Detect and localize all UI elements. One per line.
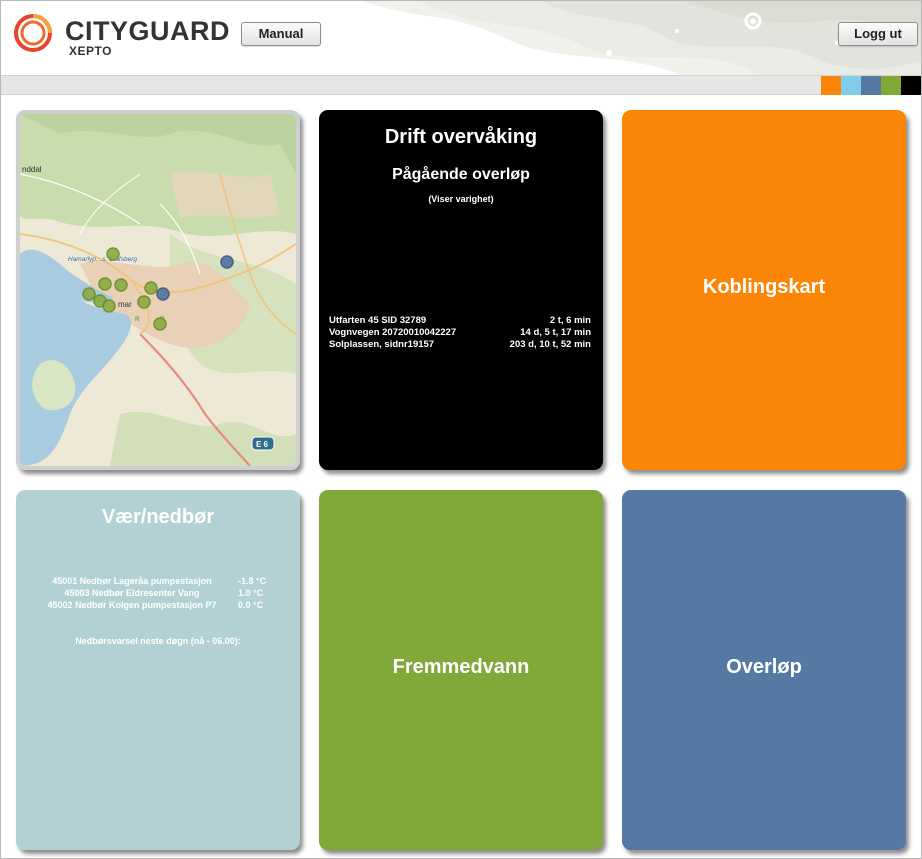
overflow-name: Vognvegen 20720010042227: [329, 327, 457, 338]
map-marker-green[interactable]: [153, 317, 167, 331]
weather-station-row: 45001 Nedbør Lageråa pumpestasjon -1.8 °…: [26, 575, 290, 587]
overflow-duration: 14 d, 5 t, 17 min: [520, 327, 591, 338]
station-value: -1.8 °C: [238, 576, 267, 586]
overflow-duration: 2 t, 6 min: [549, 315, 591, 326]
precipitation-forecast-label: Nedbørsvarsel neste døgn (nå - 06.00):: [75, 636, 241, 646]
map-marker-green[interactable]: [102, 299, 116, 313]
map-marker-green[interactable]: [144, 281, 158, 295]
map-label-road-a: R: [135, 316, 140, 323]
header-stripe: [1, 75, 921, 95]
weather-station-row: 45002 Nedbør Koigen pumpestasjon P7 0.0 …: [26, 599, 290, 611]
overlop-tile[interactable]: Overløp: [622, 490, 906, 850]
weather-tile[interactable]: Vær/nedbør 45001 Nedbør Lageråa pumpesta…: [16, 490, 300, 850]
map-label-town-left: nddal: [22, 165, 42, 174]
overflow-duration: 203 d, 10 t, 52 min: [509, 339, 591, 350]
map-label-place-a: Hamarlyp…s. Stafsberg: [68, 256, 137, 263]
map-canvas: nddal Hamarlyp…s. Stafsberg mar R R E 6: [20, 114, 296, 466]
koblingskart-tile[interactable]: Koblingskart: [622, 110, 906, 470]
koblingskart-title: Koblingskart: [702, 276, 826, 298]
overflow-row[interactable]: Utfarten 45 SID 32789 2 t, 6 min: [329, 315, 591, 327]
map-marker-green[interactable]: [98, 277, 112, 291]
fremmedvann-title: Fremmedvann: [392, 656, 530, 678]
overflow-name: Solplassen, sidnr19157: [329, 339, 435, 350]
station-value: 1.0 °C: [238, 588, 264, 598]
swatch-light-blue: [841, 76, 861, 95]
map-marker-blue[interactable]: [156, 287, 170, 301]
weather-station-list: 45001 Nedbør Lageråa pumpestasjon -1.8 °…: [26, 575, 290, 611]
app-window: CITYGUARD XEPTO Manual Logg ut nddal Ham…: [0, 0, 922, 859]
drift-title: Drift overvåking: [384, 126, 538, 148]
map-marker-green[interactable]: [114, 278, 128, 292]
station-name: 45002 Nedbør Koigen pumpestasjon P7: [47, 600, 217, 610]
map-label-place-b: mar: [118, 300, 132, 309]
brand-sub: XEPTO: [69, 44, 112, 58]
swatch-orange: [821, 76, 841, 95]
map-marker-green[interactable]: [106, 247, 120, 261]
map-tile[interactable]: nddal Hamarlyp…s. Stafsberg mar R R E 6: [16, 110, 300, 470]
station-name: 45003 Nedbør Eldresenter Vang: [64, 588, 200, 598]
drift-monitoring-tile[interactable]: Drift overvåking Pågående overløp (Viser…: [319, 110, 603, 470]
road-shield-label: E 6: [256, 440, 269, 449]
duration-note: (Viser varighet): [428, 194, 494, 204]
manual-button[interactable]: Manual: [241, 22, 321, 46]
map-marker-green[interactable]: [82, 287, 96, 301]
cityguard-logo: CITYGUARD XEPTO: [13, 13, 233, 61]
swatch-green: [881, 76, 901, 95]
map-marker-blue[interactable]: [220, 255, 234, 269]
logo-ring-icon: [14, 14, 52, 52]
overflow-name: Utfarten 45 SID 32789: [329, 315, 427, 326]
logout-button[interactable]: Logg ut: [838, 22, 918, 46]
overflow-row[interactable]: Solplassen, sidnr19157 203 d, 10 t, 52 m…: [329, 339, 591, 351]
overflow-row[interactable]: Vognvegen 20720010042227 14 d, 5 t, 17 m…: [329, 327, 591, 339]
weather-station-row: 45003 Nedbør Eldresenter Vang 1.0 °C: [26, 587, 290, 599]
fremmedvann-tile[interactable]: Fremmedvann: [319, 490, 603, 850]
overflow-list: Utfarten 45 SID 32789 2 t, 6 min Vognveg…: [329, 315, 591, 351]
weather-title: Vær/nedbør: [101, 506, 215, 528]
ongoing-overflow-heading: Pågående overløp: [392, 166, 530, 183]
header-background-pattern: [301, 1, 921, 75]
overlop-title: Overløp: [726, 656, 802, 678]
station-value: 0.0 °C: [238, 600, 264, 610]
color-swatches: [821, 76, 921, 95]
map-view[interactable]: nddal Hamarlyp…s. Stafsberg mar R R E 6: [20, 114, 296, 466]
station-name: 45001 Nedbør Lageråa pumpestasjon: [52, 576, 212, 586]
header: CITYGUARD XEPTO Manual Logg ut: [1, 1, 921, 75]
swatch-black: [901, 76, 921, 95]
swatch-steel-blue: [861, 76, 881, 95]
brand-name: CITYGUARD: [65, 16, 230, 46]
map-marker-green[interactable]: [137, 295, 151, 309]
